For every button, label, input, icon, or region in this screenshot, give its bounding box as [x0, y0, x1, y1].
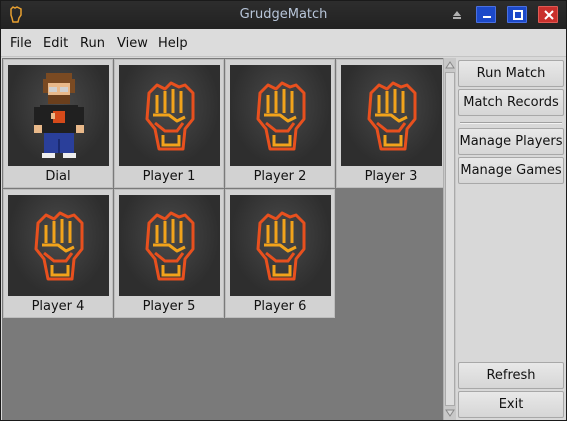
player-name: Player 5 — [142, 299, 196, 314]
vertical-scrollbar[interactable] — [443, 58, 456, 420]
grudgematch-window: GrudgeMatch File Edit Run View Help Dial… — [0, 0, 567, 421]
menu-bar: File Edit Run View Help — [1, 29, 566, 57]
fist-icon — [230, 195, 331, 296]
run-match-button[interactable]: Run Match — [458, 60, 564, 87]
scroll-up-arrow-icon[interactable] — [444, 59, 456, 71]
scroll-down-arrow-icon[interactable] — [444, 407, 456, 419]
fist-icon — [119, 195, 220, 296]
separator — [460, 122, 562, 124]
menu-run[interactable]: Run — [80, 36, 105, 51]
match-records-button[interactable]: Match Records — [458, 89, 564, 116]
player-name: Player 1 — [142, 169, 196, 184]
player-grid: Dial Player 1 Player 2 Player 3 Player 4 — [2, 58, 446, 420]
menu-edit[interactable]: Edit — [43, 36, 68, 51]
menu-file[interactable]: File — [10, 36, 32, 51]
maximize-button[interactable] — [507, 6, 527, 23]
fist-icon — [341, 65, 442, 166]
fist-icon — [119, 65, 220, 166]
close-button[interactable] — [538, 6, 558, 23]
manage-players-button[interactable]: Manage Players — [458, 128, 564, 155]
player-name: Player 3 — [364, 169, 418, 184]
exit-button[interactable]: Exit — [458, 391, 564, 418]
manage-games-button[interactable]: Manage Games — [458, 157, 564, 184]
player-name: Dial — [45, 169, 71, 184]
player-tile-dial[interactable]: Dial — [3, 59, 113, 188]
player-name: Player 4 — [31, 299, 85, 314]
player-tile-1[interactable]: Player 1 — [114, 59, 224, 188]
player-tile-2[interactable]: Player 2 — [225, 59, 335, 188]
action-panel: Run Match Match Records Manage Players M… — [457, 58, 566, 420]
scroll-thumb[interactable] — [445, 72, 455, 406]
refresh-button[interactable]: Refresh — [458, 362, 564, 389]
minimize-button[interactable] — [476, 6, 496, 23]
player-tile-5[interactable]: Player 5 — [114, 189, 224, 318]
player-tile-4[interactable]: Player 4 — [3, 189, 113, 318]
player-name: Player 6 — [253, 299, 307, 314]
player-name: Player 2 — [253, 169, 307, 184]
menu-help[interactable]: Help — [158, 36, 188, 51]
player-tile-6[interactable]: Player 6 — [225, 189, 335, 318]
pixel-person-avatar — [8, 65, 109, 166]
menu-view[interactable]: View — [117, 36, 148, 51]
fist-icon — [8, 195, 109, 296]
fist-icon — [230, 65, 331, 166]
shade-button[interactable] — [447, 6, 467, 23]
title-bar[interactable]: GrudgeMatch — [1, 1, 566, 29]
player-tile-3[interactable]: Player 3 — [336, 59, 446, 188]
